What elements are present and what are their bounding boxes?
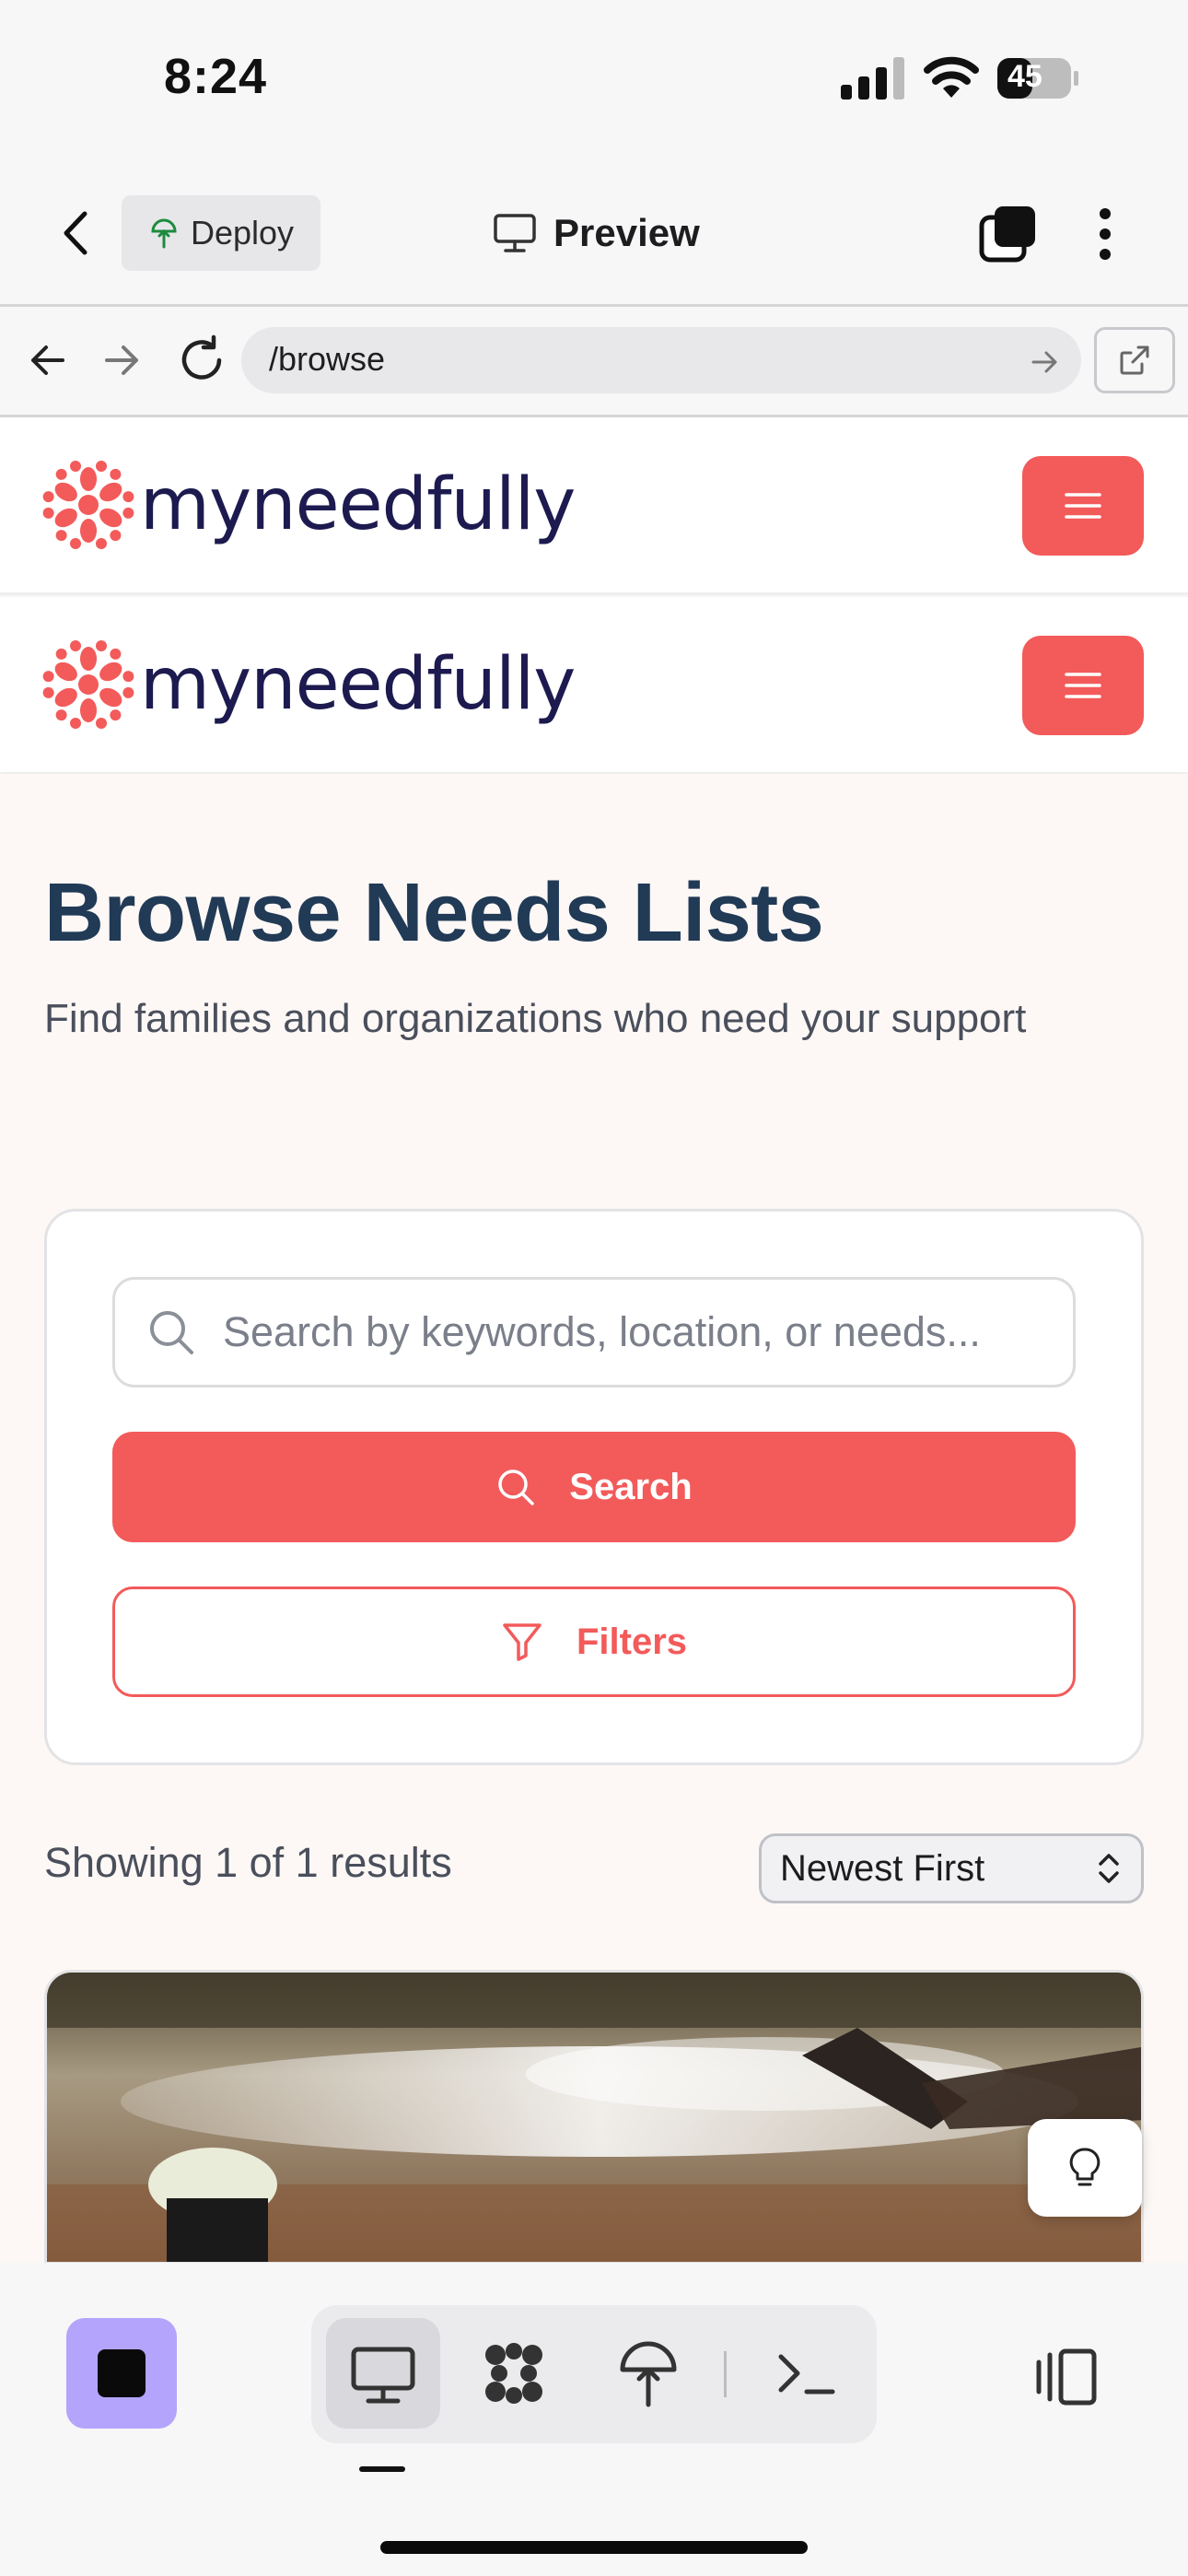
search-icon — [498, 1469, 535, 1505]
hamburger-icon — [1065, 673, 1101, 698]
filters-button-label: Filters — [576, 1621, 688, 1662]
wifi-icon — [924, 56, 979, 98]
firefighter-photo — [47, 1973, 1141, 2262]
panel-toggle-icon[interactable] — [1030, 2340, 1103, 2414]
agent-icon[interactable] — [477, 2336, 551, 2410]
deploy-label: Deploy — [190, 214, 295, 252]
logo-text: myneedfully — [140, 643, 576, 726]
search-button[interactable]: Search — [112, 1432, 1076, 1542]
filter-icon — [503, 1623, 542, 1661]
chevron-up-down-icon — [1099, 1854, 1119, 1883]
battery-level: 45 — [1007, 59, 1042, 94]
external-link-icon — [1120, 345, 1149, 375]
deploy-button[interactable]: Deploy — [122, 195, 320, 271]
monitor-icon — [494, 214, 536, 252]
cellular-signal-icon — [841, 57, 904, 100]
reload-icon[interactable] — [175, 334, 228, 387]
terminal-icon[interactable] — [770, 2336, 844, 2410]
arrow-left-icon[interactable] — [24, 336, 72, 384]
menu-button-secondary[interactable] — [1022, 636, 1144, 735]
toolbar-divider — [724, 2351, 727, 2397]
lightbulb-icon — [1069, 2148, 1101, 2186]
preview-tab[interactable]: Preview — [493, 205, 700, 262]
monitor-icon[interactable] — [346, 2336, 420, 2410]
tabs-icon[interactable] — [978, 205, 1037, 263]
open-external-button[interactable] — [1094, 327, 1175, 393]
stop-icon — [98, 2349, 146, 2397]
battery-icon: 45 — [996, 57, 1079, 100]
deploy-icon — [151, 218, 177, 249]
page-title: Browse Needs Lists — [44, 867, 824, 959]
arrow-right-icon[interactable] — [98, 336, 146, 384]
sort-select[interactable]: Newest First — [759, 1833, 1144, 1903]
search-button-label: Search — [569, 1466, 693, 1507]
results-count: Showing 1 of 1 results — [44, 1839, 452, 1886]
hamburger-icon — [1065, 493, 1101, 519]
site-logo[interactable]: myneedfully — [42, 459, 576, 551]
back-chevron-icon[interactable] — [53, 205, 99, 262]
deploy-icon[interactable] — [611, 2336, 685, 2410]
go-arrow-icon[interactable] — [1028, 345, 1061, 379]
home-indicator[interactable] — [380, 2541, 808, 2554]
status-time: 8:24 — [164, 49, 268, 104]
more-options-icon[interactable] — [1094, 205, 1116, 263]
site-logo-secondary[interactable]: myneedfully — [42, 638, 576, 731]
hint-button[interactable] — [1028, 2119, 1142, 2217]
needs-list-card-image[interactable] — [44, 1970, 1144, 2265]
menu-button[interactable] — [1022, 456, 1144, 556]
url-text[interactable]: /browse — [269, 340, 385, 379]
filters-button[interactable]: Filters — [112, 1587, 1076, 1697]
active-tool-indicator — [359, 2466, 405, 2472]
stop-button[interactable] — [66, 2318, 177, 2429]
logo-text: myneedfully — [140, 463, 576, 546]
page-subtitle: Find families and organizations who need… — [44, 996, 1027, 1041]
preview-label: Preview — [553, 211, 700, 254]
needfully-snowflake-icon — [42, 640, 134, 729]
needfully-snowflake-icon — [42, 461, 134, 549]
search-input[interactable] — [223, 1292, 1052, 1373]
sort-selected-label: Newest First — [780, 1847, 985, 1889]
search-icon — [150, 1311, 193, 1354]
